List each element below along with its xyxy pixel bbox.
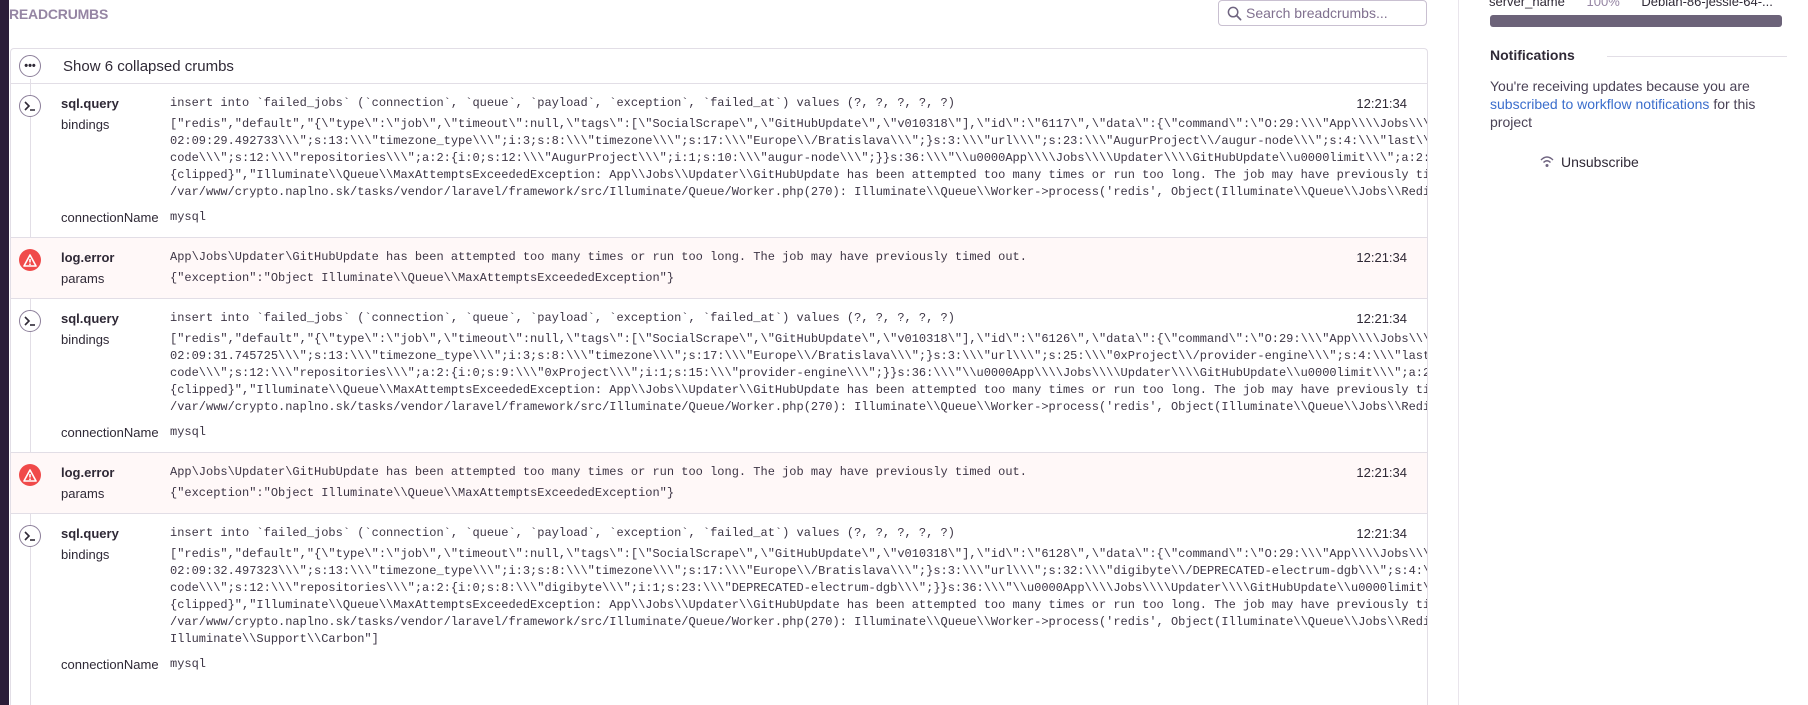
notifications-heading: Notifications <box>1490 47 1575 63</box>
breadcrumb-data-value: {"exception":"Object Illuminate\\Queue\\… <box>170 270 674 287</box>
breadcrumb-data-line: code\\\";s:12:\\\"repositories\\\";a:2:{… <box>170 366 1427 380</box>
terminal-icon <box>19 310 41 332</box>
signal-icon <box>1540 156 1554 167</box>
breadcrumb-data-value: ["redis","default","{\"type\":\"job\",\"… <box>170 546 1427 648</box>
breadcrumb-data-line: {"exception":"Object Illuminate\\Queue\\… <box>170 486 675 500</box>
breadcrumb-data-line: mysql <box>170 657 207 671</box>
breadcrumb-data-line: /var/www/crypto.naplno.sk/tasks/vendor/l… <box>170 615 1427 629</box>
breadcrumb-data-line: ["redis","default","{\"type\":\"job\",\"… <box>170 332 1427 346</box>
collapsed-crumbs-label: Show 6 collapsed crumbs <box>63 58 234 75</box>
breadcrumb-data-key: params <box>61 271 105 286</box>
breadcrumb-data-value: ["redis","default","{\"type\":\"job\",\"… <box>170 331 1427 416</box>
collapsed-crumbs-toggle[interactable]: ••• Show 6 collapsed crumbs <box>11 49 1427 83</box>
tag-distribution-fill <box>1490 15 1782 27</box>
warning-icon <box>19 464 41 486</box>
search-input[interactable] <box>1246 3 1421 23</box>
search-icon <box>1227 6 1242 21</box>
breadcrumb-message: insert into `failed_jobs` (`connection`,… <box>170 96 955 110</box>
breadcrumb-message: insert into `failed_jobs` (`connection`,… <box>170 526 955 540</box>
breadcrumb-data-key: bindings <box>61 117 110 132</box>
breadcrumb-data-key: bindings <box>61 547 110 562</box>
breadcrumb-data-line: mysql <box>170 210 207 224</box>
breadcrumb-data-line: {clipped}","Illuminate\\Queue\\MaxAttemp… <box>170 383 1427 397</box>
workflow-notifications-link[interactable]: subscribed to workflow notifications <box>1490 96 1709 112</box>
breadcrumb-data-line: code\\\";s:12:\\\"repositories\\\";a:2:{… <box>170 151 1427 165</box>
breadcrumb-data-key: connectionName <box>61 657 159 672</box>
breadcrumb-data-value: mysql <box>170 656 206 673</box>
breadcrumb-data-line: code\\\";s:12:\\\"repositories\\\";a:2:{… <box>170 581 1427 595</box>
section-heading: READCRUMBS <box>9 6 109 22</box>
breadcrumb-row: log.error App\Jobs\Updater\GitHubUpdate h… <box>11 237 1427 298</box>
unsubscribe-label: Unsubscribe <box>1561 154 1639 170</box>
breadcrumb-data-key: bindings <box>61 332 110 347</box>
breadcrumb-data-key: connectionName <box>61 425 159 440</box>
breadcrumb-timestamp: 12:21:34 <box>1356 250 1407 265</box>
breadcrumb-timestamp: 12:21:34 <box>1356 465 1407 480</box>
terminal-icon <box>19 525 41 547</box>
breadcrumb-data-line: 02:09:29.492733\\\";s:13:\\\"timezone_ty… <box>170 134 1427 148</box>
breadcrumb-message: App\Jobs\Updater\GitHubUpdate has been a… <box>170 250 1027 264</box>
tag-key: server_name <box>1489 0 1565 9</box>
breadcrumb-row: sql.query insert into `failed_jobs` (`con… <box>11 298 1427 452</box>
breadcrumb-data-line: 02:09:32.497323\\\";s:13:\\\"timezone_ty… <box>170 564 1427 578</box>
terminal-icon <box>19 95 41 117</box>
breadcrumb-category: log.error <box>61 465 115 480</box>
breadcrumb-timestamp: 12:21:34 <box>1356 526 1407 541</box>
breadcrumb-data-line: ["redis","default","{\"type\":\"job\",\"… <box>170 547 1427 561</box>
tag-distribution-bar[interactable] <box>1490 15 1782 27</box>
tag-percent: 100% <box>1586 0 1620 9</box>
breadcrumbs-list: ••• Show 6 collapsed crumbs sql.query ins… <box>10 48 1428 705</box>
breadcrumb-category: sql.query <box>61 526 119 541</box>
breadcrumb-search[interactable] <box>1218 0 1427 26</box>
breadcrumb-category: sql.query <box>61 311 119 326</box>
warning-icon <box>19 249 41 271</box>
tag-value: Debian-86-jessie-64-... <box>1641 0 1773 9</box>
breadcrumb-data-line: mysql <box>170 425 207 439</box>
app-nav-edge <box>0 0 9 705</box>
breadcrumb-data-value: {"exception":"Object Illuminate\\Queue\\… <box>170 485 674 502</box>
breadcrumb-data-line: ["redis","default","{\"type\":\"job\",\"… <box>170 117 1427 131</box>
breadcrumb-row: sql.query insert into `failed_jobs` (`con… <box>11 513 1427 684</box>
breadcrumb-data-line: {"exception":"Object Illuminate\\Queue\\… <box>170 271 675 285</box>
breadcrumb-data-line: /var/www/crypto.naplno.sk/tasks/vendor/l… <box>170 400 1427 414</box>
breadcrumb-data-line: /var/www/crypto.naplno.sk/tasks/vendor/l… <box>170 185 1427 199</box>
breadcrumb-message: insert into `failed_jobs` (`connection`,… <box>170 311 955 325</box>
breadcrumb-message: App\Jobs\Updater\GitHubUpdate has been a… <box>170 465 1027 479</box>
breadcrumb-data-line: {clipped}","Illuminate\\Queue\\MaxAttemp… <box>170 598 1427 612</box>
breadcrumb-row: sql.query insert into `failed_jobs` (`con… <box>11 83 1427 237</box>
breadcrumb-timestamp: 12:21:34 <box>1356 311 1407 326</box>
notifications-text: You're receiving updates because you are… <box>1490 77 1790 131</box>
notifications-text-before: You're receiving updates because you are <box>1490 78 1750 94</box>
breadcrumb-data-value: mysql <box>170 424 206 441</box>
breadcrumb-data-line: {clipped}","Illuminate\\Queue\\MaxAttemp… <box>170 168 1427 182</box>
breadcrumb-data-key: connectionName <box>61 210 159 225</box>
breadcrumb-row: log.error App\Jobs\Updater\GitHubUpdate h… <box>11 452 1427 513</box>
breadcrumb-data-key: params <box>61 486 105 501</box>
divider <box>1607 56 1787 57</box>
breadcrumb-data-line: Illuminate\\Support\\Carbon"] <box>170 632 379 646</box>
breadcrumb-category: log.error <box>61 250 115 265</box>
breadcrumb-data-value: ["redis","default","{\"type\":\"job\",\"… <box>170 116 1427 201</box>
sidebar: server_name 100% Debian-86-jessie-64-...… <box>1458 0 1808 705</box>
breadcrumb-timestamp: 12:21:34 <box>1356 96 1407 111</box>
tag-row[interactable]: server_name 100% Debian-86-jessie-64-... <box>1489 0 1791 9</box>
ellipsis-icon: ••• <box>19 55 41 77</box>
breadcrumb-category: sql.query <box>61 96 119 111</box>
breadcrumb-data-value: mysql <box>170 209 206 226</box>
breadcrumb-data-line: 02:09:31.745725\\\";s:13:\\\"timezone_ty… <box>170 349 1427 363</box>
unsubscribe-button[interactable]: Unsubscribe <box>1539 154 1639 170</box>
